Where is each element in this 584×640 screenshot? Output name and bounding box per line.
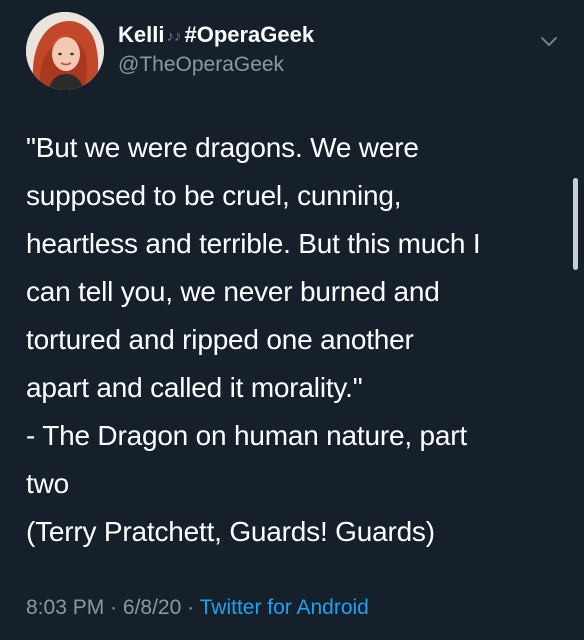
author-handle[interactable]: @TheOperaGeek (118, 52, 314, 78)
author-info: Kelli ♪♪ #OperaGeek @TheOperaGeek (118, 22, 314, 78)
tweet-text-line: two (26, 468, 69, 499)
tweet-source-link[interactable]: Twitter for Android (200, 596, 369, 619)
meta-separator: · (187, 596, 195, 619)
tweet-text-line: heartless and terrible. But this much I (26, 228, 481, 259)
author-name-tag: #OperaGeek (184, 22, 315, 47)
avatar[interactable] (26, 12, 104, 90)
tweet-date[interactable]: 6/8/20 (123, 596, 181, 619)
meta-separator: · (110, 596, 118, 619)
musical-notes-icon: ♪♪ (166, 28, 182, 45)
avatar-image (26, 12, 104, 90)
tweet-text-line: supposed to be cruel, cunning, (26, 180, 402, 211)
tweet: Kelli ♪♪ #OperaGeek @TheOperaGeek "But w… (0, 0, 584, 640)
author-name: Kelli (118, 22, 165, 47)
tweet-text-line: tortured and ripped one another (26, 324, 414, 355)
display-name[interactable]: Kelli ♪♪ #OperaGeek (118, 22, 314, 48)
tweet-text-line: apart and called it morality." (26, 372, 363, 403)
tweet-time[interactable]: 8:03 PM (26, 596, 104, 619)
chevron-down-icon[interactable] (538, 30, 560, 52)
scrollbar[interactable] (573, 178, 578, 270)
tweet-text-line: can tell you, we never burned and (26, 276, 440, 307)
tweet-text-line: - The Dragon on human nature, part (26, 420, 467, 451)
tweet-text-line: "But we were dragons. We were (26, 132, 419, 163)
tweet-header: Kelli ♪♪ #OperaGeek @TheOperaGeek (26, 12, 566, 92)
tweet-text-line: (Terry Pratchett, Guards! Guards) (26, 516, 435, 547)
tweet-meta: 8:03 PM · 6/8/20 · Twitter for Android (26, 596, 369, 620)
tweet-text: "But we were dragons. We were supposed t… (26, 124, 566, 556)
